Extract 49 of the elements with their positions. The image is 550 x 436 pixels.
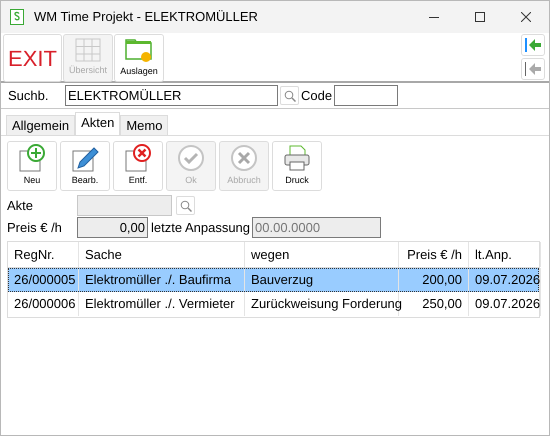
minimize-icon <box>429 16 439 18</box>
action-button[interactable]: Entf. <box>113 141 163 191</box>
tab[interactable]: Memo <box>120 115 168 135</box>
first-record-button[interactable] <box>521 34 545 56</box>
column-header[interactable]: RegNr. <box>8 242 79 267</box>
back-button[interactable] <box>521 58 545 80</box>
code-field[interactable] <box>334 85 398 106</box>
maximize-icon <box>475 12 485 22</box>
table-cell: Elektromüller ./. Vermieter <box>79 292 245 316</box>
arrow-left-icon <box>525 38 541 52</box>
search-icon <box>180 200 192 212</box>
tab[interactable]: Akten <box>75 112 120 135</box>
column-header[interactable]: Preis € /h <box>399 242 469 267</box>
action-button[interactable]: Druck <box>272 141 322 191</box>
table-cell: 09.07.2026 <box>469 292 541 316</box>
grid-icon <box>75 38 101 62</box>
exit-button[interactable]: EXIT <box>3 34 62 82</box>
search-icon <box>284 90 296 102</box>
close-icon <box>521 12 531 22</box>
column-header[interactable]: wegen <box>245 242 399 267</box>
preis-label: Preis € /h <box>7 218 63 237</box>
toolbar-button[interactable]: Auslagen <box>114 34 164 82</box>
folder-icon <box>125 37 153 64</box>
arrow-left-icon <box>525 62 541 76</box>
table-cell: 26/000006 <box>8 292 79 316</box>
anpassung-label: letzte Anpassung <box>151 218 250 237</box>
add-icon <box>17 144 47 172</box>
anpassung-field[interactable]: 00.00.0000 <box>252 217 382 238</box>
printer-icon <box>283 144 311 172</box>
action-button[interactable]: Bearb. <box>60 141 110 191</box>
search-button[interactable] <box>280 86 299 105</box>
column-header[interactable]: lt.Anp. <box>469 242 541 267</box>
search-button[interactable] <box>176 196 195 215</box>
delete-icon <box>123 144 153 172</box>
search-label: Suchb. <box>8 86 50 105</box>
search-field[interactable]: ELEKTROMÜLLER <box>65 85 278 106</box>
cancel-icon <box>230 144 258 172</box>
table-row[interactable]: 26/000005 Elektromüller ./. Baufirma Bauverzug 200,00 09.07.2026 <box>8 268 539 292</box>
akte-label: Akte <box>7 196 34 215</box>
action-button[interactable]: Neu <box>7 141 57 191</box>
code-label: Code <box>301 86 332 105</box>
app-icon <box>10 9 24 25</box>
preis-field[interactable]: 0,00 <box>77 217 148 238</box>
check-icon <box>177 144 205 172</box>
table-cell: Zurückweisung Forderung <box>245 292 399 316</box>
window-title: WM Time Projekt - ELEKTROMÜLLER <box>34 8 258 26</box>
akte-field[interactable] <box>77 195 172 216</box>
column-header[interactable]: Sache <box>79 242 245 267</box>
tab[interactable]: Allgemein <box>6 115 76 135</box>
